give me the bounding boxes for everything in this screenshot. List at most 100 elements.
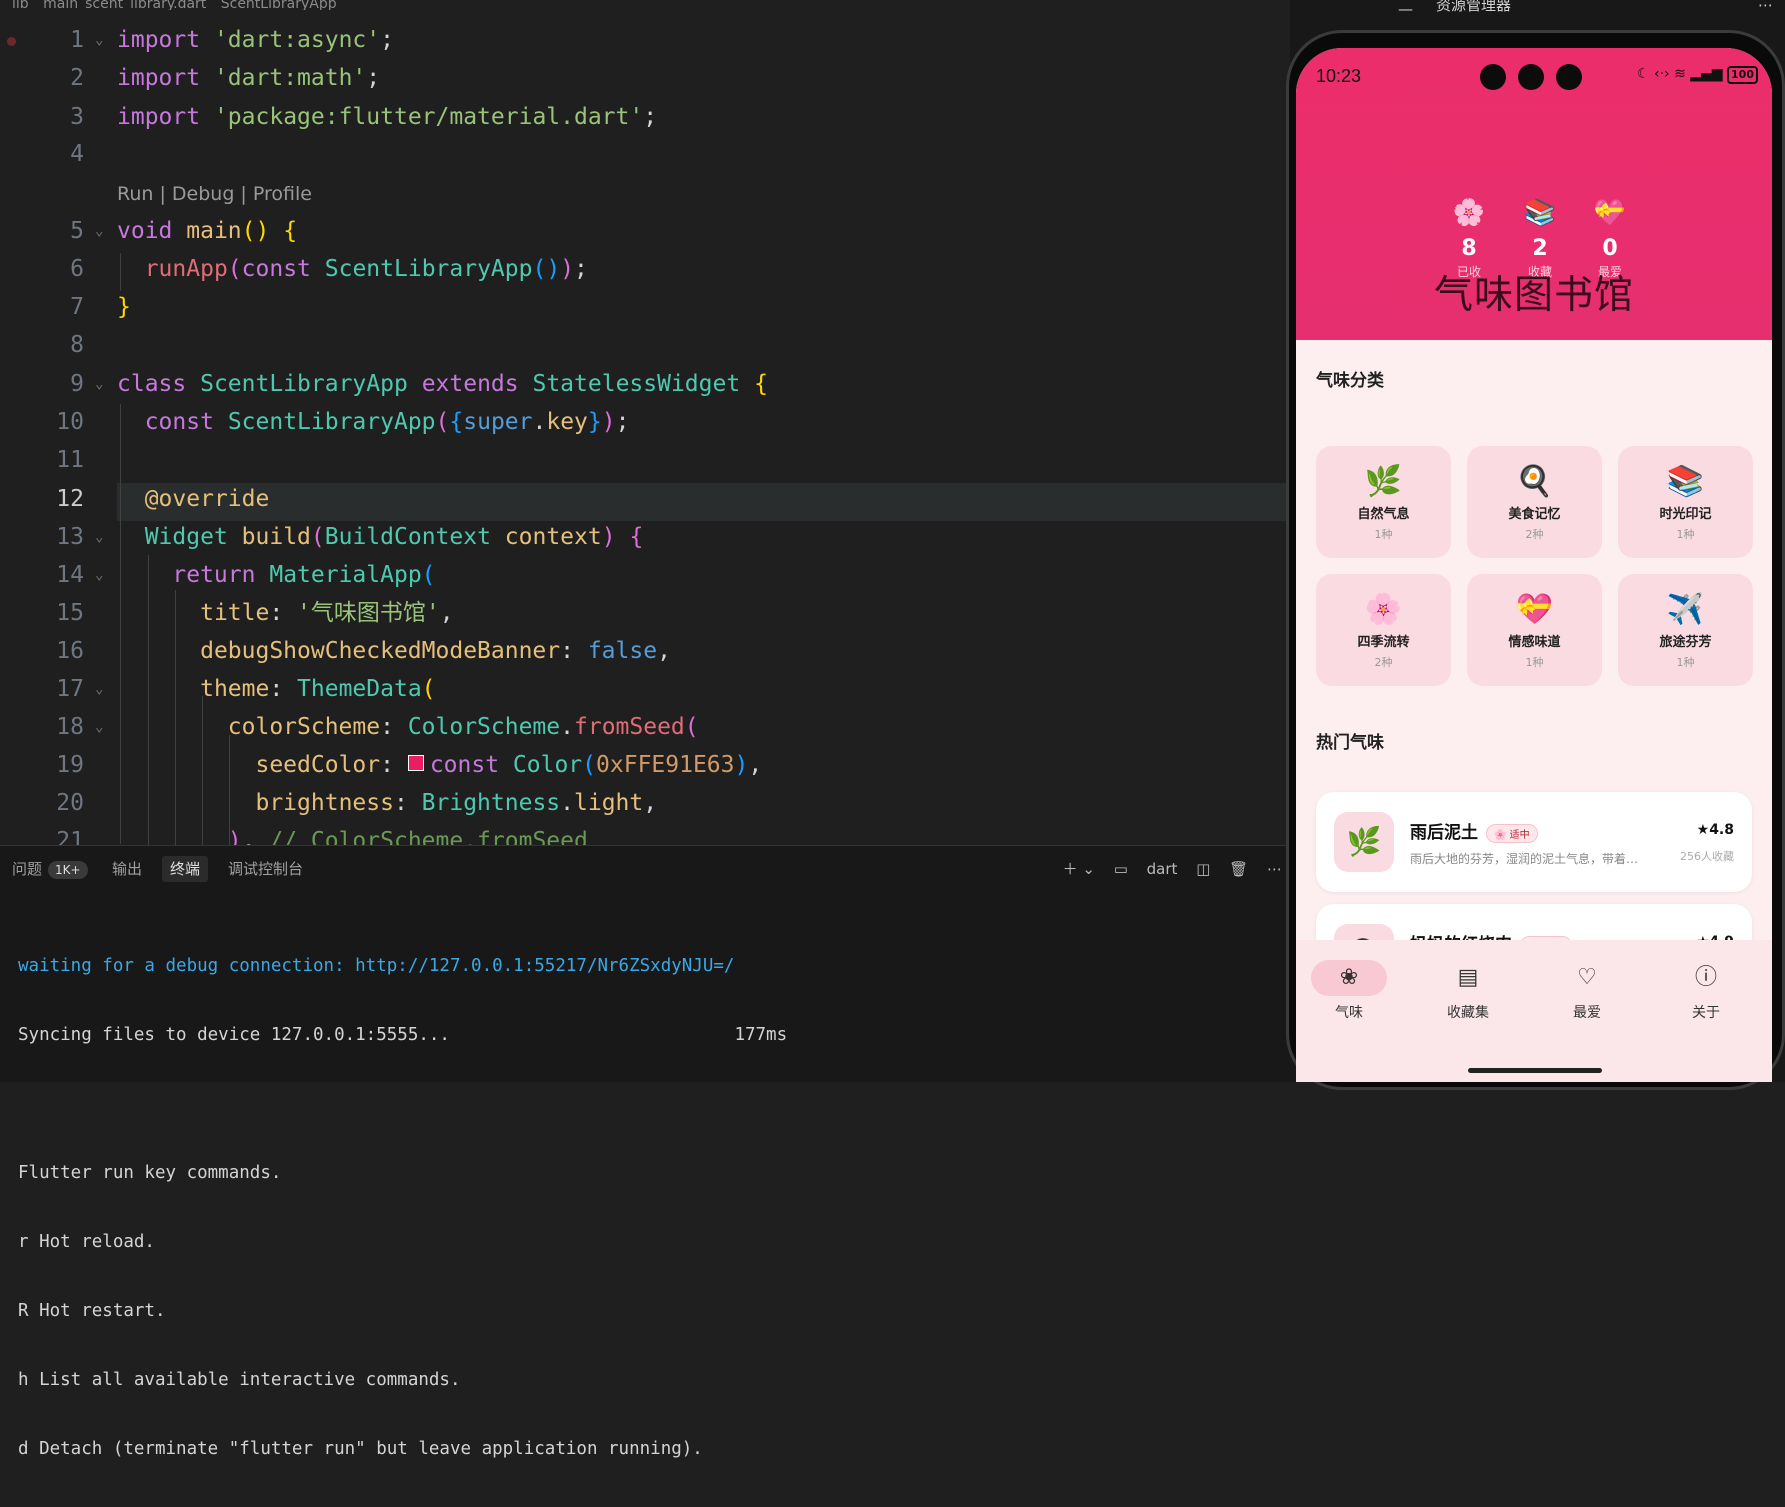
- terminal-shell-icon[interactable]: ▭ dart: [1114, 860, 1178, 878]
- nav-item-about[interactable]: ⓘ 关于: [1661, 960, 1751, 1022]
- category-name: 自然气息: [1357, 507, 1410, 522]
- nav-label: 气味: [1335, 1005, 1363, 1021]
- breadcrumb: lib main_scent_library.dart ScentLibrary…: [0, 0, 1290, 10]
- tab-debug-console[interactable]: 调试控制台: [220, 856, 311, 882]
- code-line[interactable]: return MaterialApp(: [117, 556, 435, 594]
- code-line[interactable]: @override: [117, 480, 270, 518]
- code-line[interactable]: theme: ThemeData(: [117, 670, 435, 708]
- code-line[interactable]: import 'dart:async';: [117, 21, 394, 59]
- terminal-line: R Hot restart.: [18, 1301, 166, 1321]
- home-indicator[interactable]: [1468, 1068, 1602, 1073]
- terminal-line: Syncing files to device 127.0.0.1:5555..…: [18, 1025, 788, 1045]
- category-count: 2种: [1374, 656, 1393, 669]
- scent-card[interactable]: 🌿 雨后泥土 🌸 适中 雨后大地的芬芳，湿润的泥土气息，带着… ★4.8 256人…: [1316, 792, 1752, 892]
- phone-screen: 10:23 ☾ ‹·› ≋ ▂▄▆ 100 🌸 8 已收 📚 2 收藏 💝 0 …: [1296, 48, 1772, 1082]
- scent-description: 雨后大地的芬芳，湿润的泥土气息，带着…: [1410, 852, 1639, 866]
- category-count: 1种: [1676, 656, 1695, 669]
- breadcrumb-item[interactable]: lib: [12, 0, 29, 10]
- category-card[interactable]: 🌿 自然气息 1种: [1316, 446, 1451, 558]
- tab-output[interactable]: 输出: [104, 856, 150, 882]
- camera-icon: [1556, 64, 1582, 90]
- code-line[interactable]: title: '气味图书馆',: [117, 594, 454, 632]
- code-line[interactable]: class ScentLibraryApp extends StatelessW…: [117, 365, 768, 403]
- terminal-line: waiting for a debug connection: http://1…: [18, 956, 735, 976]
- code-line[interactable]: void main() {: [117, 212, 297, 250]
- terminal-line: Flutter run key commands.: [18, 1163, 282, 1183]
- category-card[interactable]: ✈️ 旅途芬芳 1种: [1618, 574, 1753, 686]
- code-line[interactable]: }: [117, 288, 131, 326]
- heart-gift-icon: 💝: [1593, 198, 1627, 228]
- code-line[interactable]: debugShowCheckedModeBanner: false,: [117, 632, 671, 670]
- favorite-count: 256人收藏: [1680, 850, 1734, 863]
- stat-value: 8: [1461, 236, 1477, 261]
- category-card[interactable]: 🍳 美食记忆 2种: [1467, 446, 1602, 558]
- split-terminal-icon[interactable]: ◫: [1196, 860, 1210, 878]
- books-icon: 📚: [1666, 464, 1705, 499]
- info-icon: ⓘ: [1694, 965, 1717, 990]
- flower-icon: ❀: [1311, 960, 1387, 996]
- code-line[interactable]: seedColor: const Color(0xFFE91E63),: [117, 746, 762, 784]
- code-line[interactable]: import 'dart:math';: [117, 59, 380, 97]
- code-line[interactable]: colorScheme: ColorScheme.fromSeed(: [117, 708, 699, 746]
- flower-icon: 🌸: [1452, 198, 1486, 228]
- moon-icon: ☾: [1636, 66, 1650, 82]
- heart-icon: ♡: [1577, 965, 1597, 990]
- line-number: 11: [56, 447, 84, 473]
- breadcrumb-item[interactable]: main_scent_library.dart: [43, 0, 206, 10]
- rating: ★4.8: [1696, 822, 1734, 838]
- wifi-icon: ≋: [1674, 66, 1686, 82]
- nav-label: 收藏集: [1447, 1005, 1489, 1021]
- books-icon: 📚: [1523, 198, 1557, 228]
- signal-icon: ▂▄▆: [1690, 66, 1723, 82]
- section-title-categories: 气味分类: [1316, 371, 1384, 391]
- scent-name: 雨后泥土: [1410, 823, 1478, 843]
- category-card[interactable]: 💝 情感味道 1种: [1467, 574, 1602, 686]
- bottom-navigation: ❀ 气味 ▤ 收藏集 ♡ 最爱 ⓘ 关于: [1296, 940, 1772, 1082]
- airplane-icon: ✈️: [1666, 592, 1705, 627]
- category-count: 1种: [1374, 528, 1393, 541]
- tab-problems[interactable]: 问题 1K+: [4, 856, 96, 882]
- code-line[interactable]: const ScentLibraryApp({super.key});: [117, 403, 630, 441]
- category-card[interactable]: 📚 时光印记 1种: [1618, 446, 1753, 558]
- nav-item-collections[interactable]: ▤ 收藏集: [1423, 960, 1513, 1022]
- category-name: 旅途芬芳: [1659, 635, 1712, 650]
- terminal-line: h List all available interactive command…: [18, 1370, 461, 1390]
- new-terminal-icon[interactable]: ＋ ⌄: [1063, 860, 1095, 878]
- app-title: 气味图书馆: [1433, 273, 1634, 318]
- category-card[interactable]: 🌸 四季流转 2种: [1316, 574, 1451, 686]
- code-line[interactable]: Widget build(BuildContext context) {: [117, 518, 644, 556]
- vpn-icon: ‹·›: [1653, 66, 1670, 82]
- problems-badge: 1K+: [48, 861, 88, 879]
- status-time: 10:23: [1316, 66, 1362, 86]
- stat-value: 2: [1532, 236, 1548, 261]
- nav-label: 关于: [1692, 1005, 1720, 1021]
- code-line[interactable]: runApp(const ScentLibraryApp());: [117, 250, 588, 288]
- status-icons: ☾ ‹·› ≋ ▂▄▆ 100: [1637, 66, 1758, 84]
- herb-icon: 🌿: [1334, 812, 1394, 872]
- terminal-line: r Hot reload.: [18, 1232, 155, 1252]
- stat-value: 0: [1602, 236, 1618, 261]
- code-line[interactable]: ), // ColorScheme.fromSeed: [117, 822, 588, 845]
- code-editor[interactable]: lib main_scent_library.dart ScentLibrary…: [0, 0, 1290, 845]
- nav-item-favorites[interactable]: ♡ 最爱: [1542, 960, 1632, 1022]
- code-line[interactable]: brightness: Brightness.light,: [117, 784, 657, 822]
- color-swatch-icon[interactable]: [407, 754, 424, 771]
- tab-terminal[interactable]: 终端: [162, 856, 209, 882]
- trash-icon[interactable]: 🗑: [1229, 860, 1248, 878]
- camera-icon: [1518, 64, 1544, 90]
- panel-toolbar: ＋ ⌄ ▭ dart ◫ 🗑 ⋯: [1049, 856, 1282, 882]
- minimize-icon[interactable]: —: [1398, 0, 1413, 18]
- codelens[interactable]: Run | Debug | Profile: [117, 183, 312, 205]
- line-number: 4: [70, 141, 84, 167]
- shell-label: dart: [1146, 860, 1178, 878]
- more-icon[interactable]: ⋯: [1758, 0, 1773, 14]
- category-name: 时光印记: [1659, 507, 1712, 522]
- more-icon[interactable]: ⋯: [1267, 860, 1282, 878]
- bottom-panel: 问题 1K+ 输出 终端 调试控制台 ＋ ⌄ ▭ dart ◫ 🗑 ⋯ waiti…: [0, 845, 1290, 1459]
- code-line[interactable]: import 'package:flutter/material.dart';: [117, 98, 657, 136]
- nav-item-scents[interactable]: ❀ 气味: [1304, 960, 1394, 1022]
- camera-icon: [1480, 64, 1506, 90]
- breadcrumb-item[interactable]: ScentLibraryApp: [221, 0, 337, 10]
- terminal-output[interactable]: waiting for a debug connection: http://1…: [18, 909, 787, 1507]
